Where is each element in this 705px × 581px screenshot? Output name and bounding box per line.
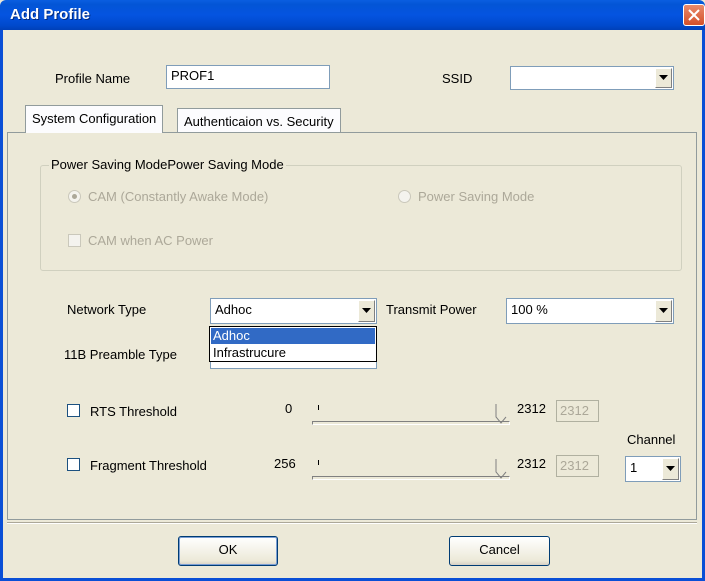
transmit-power-label: Transmit Power [386, 302, 477, 317]
separator [7, 522, 697, 524]
tab-system-configuration[interactable]: System Configuration [25, 105, 164, 133]
dropdown-option-adhoc[interactable]: Adhoc [211, 328, 375, 344]
fragment-min-label: 256 [274, 456, 296, 471]
transmit-power-select[interactable]: 100 % [506, 298, 674, 324]
radio-dot [72, 194, 77, 199]
cam-ac-power-label: CAM when AC Power [88, 233, 213, 248]
rts-slider-thumb[interactable] [495, 403, 507, 425]
chevron-down-icon [659, 75, 668, 80]
close-icon [688, 9, 700, 21]
chevron-down-icon [659, 308, 668, 313]
network-type-dropdown-button[interactable] [358, 300, 375, 322]
preamble-type-label: 11B Preamble Type [64, 347, 177, 362]
psm-radio[interactable] [398, 190, 411, 203]
cam-ac-power-checkbox[interactable] [68, 234, 81, 247]
rts-max-label: 2312 [517, 401, 546, 416]
power-saving-group-title: Power Saving ModePower Saving Mode [49, 157, 286, 172]
network-type-dropdown-list: Adhoc Infrastrucure [209, 326, 377, 362]
close-button[interactable] [683, 4, 705, 26]
fragment-threshold-label: Fragment Threshold [90, 458, 207, 473]
fragment-max-label: 2312 [517, 456, 546, 471]
channel-select[interactable]: 1 [625, 456, 681, 482]
channel-label: Channel [627, 432, 676, 447]
network-type-value: Adhoc [215, 302, 252, 317]
network-type-select[interactable]: Adhoc [210, 298, 377, 324]
window-title: Add Profile [10, 6, 91, 23]
ok-button[interactable]: OK [178, 536, 278, 566]
title-bar: Add Profile [0, 0, 705, 30]
chevron-down-icon [666, 466, 675, 471]
tab-label: System Configuration [32, 111, 157, 126]
rts-value-box: 2312 [556, 400, 599, 422]
slider-tick [318, 460, 319, 465]
fragment-slider-track[interactable] [312, 476, 510, 480]
tab-authentication-security[interactable]: Authenticaion vs. Security [177, 108, 341, 132]
tab-label: Authenticaion vs. Security [184, 114, 334, 129]
power-saving-group [40, 165, 682, 271]
rts-threshold-checkbox[interactable] [67, 404, 80, 417]
ssid-label: SSID [442, 71, 473, 86]
rts-threshold-label: RTS Threshold [90, 404, 177, 419]
cancel-button[interactable]: Cancel [449, 536, 550, 566]
psm-radio-label: Power Saving Mode [418, 189, 535, 204]
profile-name-label: Profile Name [55, 71, 131, 86]
cam-radio[interactable] [68, 190, 81, 203]
chevron-down-icon [362, 308, 371, 313]
profile-name-input[interactable]: PROF1 [166, 65, 330, 89]
cam-radio-label: CAM (Constantly Awake Mode) [88, 189, 269, 204]
ssid-dropdown-button[interactable] [655, 68, 672, 88]
rts-min-label: 0 [285, 401, 293, 416]
window-frame-left [0, 30, 3, 581]
fragment-threshold-checkbox[interactable] [67, 458, 80, 471]
channel-value: 1 [630, 460, 638, 475]
ssid-select[interactable] [510, 66, 674, 90]
fragment-value-box: 2312 [556, 455, 599, 477]
transmit-power-value: 100 % [511, 302, 548, 317]
slider-tick [318, 405, 319, 410]
dropdown-option-infrastructure[interactable]: Infrastrucure [211, 345, 375, 361]
channel-dropdown-button[interactable] [662, 458, 679, 480]
fragment-slider-thumb[interactable] [495, 458, 507, 480]
network-type-label: Network Type [67, 302, 147, 317]
rts-slider-track[interactable] [312, 421, 510, 425]
transmit-power-dropdown-button[interactable] [655, 300, 672, 322]
